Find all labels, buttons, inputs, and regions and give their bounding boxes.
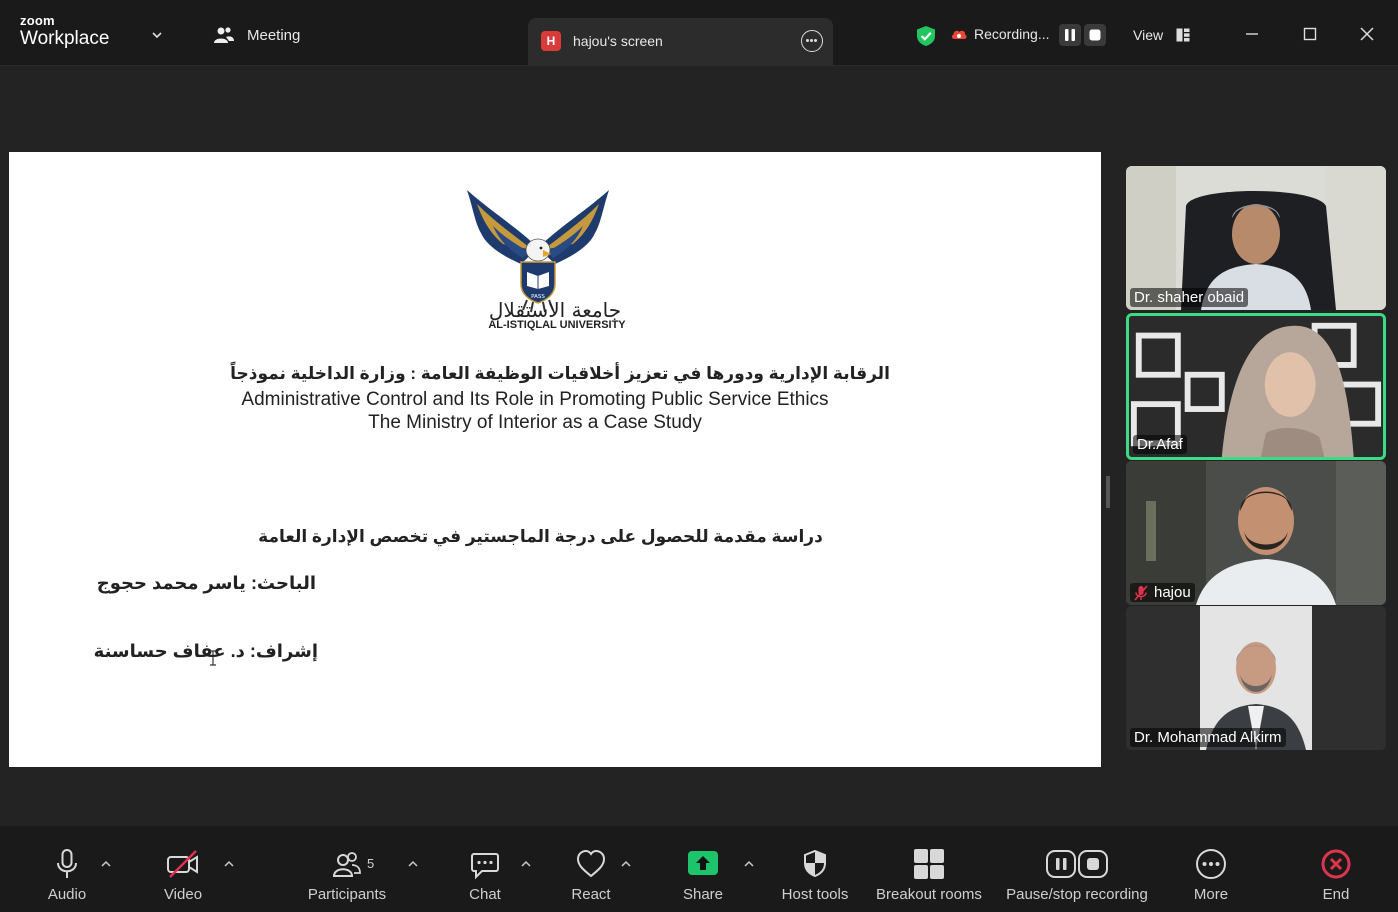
thesis-title-english-line2: The Ministry of Interior as a Case Study	[368, 412, 702, 433]
more-button[interactable]: More	[1188, 848, 1234, 903]
host-tools-button[interactable]: Host tools	[778, 848, 852, 903]
university-name-english: AL-ISTIQLAL UNIVERSITY	[488, 319, 626, 331]
end-label: End	[1322, 886, 1350, 903]
breakout-rooms-button[interactable]: Breakout rooms	[872, 848, 986, 903]
thesis-title-english-line1: Administrative Control and Its Role in P…	[241, 389, 829, 410]
shared-slide: PASS جامعة الاستقلال AL-ISTIQLAL UNIVERS…	[9, 152, 1101, 767]
react-label: React	[571, 886, 611, 903]
end-icon	[1321, 849, 1351, 879]
share-label: Share	[682, 886, 724, 903]
brand-small-text: zoom	[20, 13, 55, 28]
participant-name: Dr. shaher obaid	[1134, 289, 1245, 306]
host-tools-label: Host tools	[781, 886, 849, 903]
tab-meeting-label: Meeting	[247, 26, 301, 44]
stop-icon	[1089, 29, 1101, 41]
video-button[interactable]: Video	[158, 848, 208, 903]
security-shield-icon[interactable]	[916, 25, 936, 47]
participants-label: Participants	[307, 886, 387, 903]
participant-avatar-badge: H	[541, 31, 561, 51]
text-cursor-icon	[210, 650, 216, 666]
video-tile-mohammad[interactable]: Dr. Mohammad Alkirm	[1126, 606, 1386, 750]
participant-name-label: hajou	[1130, 583, 1195, 602]
video-tile-shaher[interactable]: Dr. shaher obaid	[1126, 166, 1386, 310]
video-tile-afaf[interactable]: Dr.Afaf	[1126, 313, 1386, 460]
breakout-rooms-label: Breakout rooms	[876, 886, 982, 903]
chevron-up-icon[interactable]	[224, 860, 234, 868]
pause-stop-recording-label: Pause/stop recording	[1006, 886, 1148, 903]
tab-meeting[interactable]: Meeting	[213, 26, 300, 44]
react-button[interactable]: React	[567, 848, 615, 903]
chevron-up-icon[interactable]	[621, 860, 631, 868]
thesis-title-arabic: الرقابة الإدارية ودورها في تعزيز أخلاقيا…	[230, 364, 890, 383]
end-meeting-button[interactable]: End	[1316, 848, 1356, 903]
chat-label: Chat	[469, 886, 501, 903]
more-options-icon[interactable]	[801, 30, 823, 52]
meeting-toolbar: Audio Video Participants 5 Chat React Sh…	[0, 826, 1398, 912]
view-button[interactable]: View	[1133, 27, 1163, 43]
participant-name-label: Dr. shaher obaid	[1130, 288, 1249, 307]
researcher-name: الباحث: ياسر محمد حجوج	[96, 573, 316, 593]
chevron-down-icon[interactable]	[152, 30, 162, 40]
chevron-up-icon[interactable]	[521, 860, 531, 868]
audio-label: Audio	[47, 886, 87, 903]
participant-name: Dr. Mohammad Alkirm	[1134, 729, 1282, 746]
muted-microphone-icon	[1134, 584, 1148, 601]
recording-label: Recording...	[974, 26, 1050, 42]
panel-resize-handle[interactable]	[1106, 476, 1110, 508]
tab-shared-screen-label: hajou's screen	[573, 33, 663, 49]
stop-recording-button[interactable]	[1084, 24, 1106, 46]
share-button[interactable]: Share	[680, 848, 726, 903]
participant-name: Dr.Afaf	[1137, 436, 1183, 453]
tab-shared-screen[interactable]: H hajou's screen	[528, 18, 833, 66]
participant-name: hajou	[1154, 584, 1191, 601]
supervisor-name: إشراف: د. عفاف حساسنة	[93, 641, 318, 661]
zoom-workplace-logo: zoom Workplace	[20, 14, 109, 48]
study-description: دراسة مقدمة للحصول على درجة الماجستير في…	[258, 527, 823, 546]
close-icon[interactable]	[1355, 22, 1379, 46]
chevron-up-icon[interactable]	[408, 860, 418, 868]
breakout-rooms-icon	[914, 849, 944, 879]
chevron-up-icon[interactable]	[744, 860, 754, 868]
people-icon	[214, 27, 234, 43]
cloud-recording-icon	[951, 30, 967, 39]
shield-icon	[804, 849, 826, 878]
participants-icon	[332, 852, 361, 877]
participants-count: 5	[367, 856, 375, 871]
chevron-up-icon[interactable]	[101, 860, 111, 868]
maximize-icon[interactable]	[1298, 22, 1322, 46]
chat-button[interactable]: Chat	[464, 848, 506, 903]
title-bar: zoom Workplace Meeting H hajou's screen …	[0, 0, 1398, 66]
chat-icon	[471, 853, 499, 880]
view-layout-icon[interactable]	[1176, 28, 1190, 42]
minimize-icon[interactable]	[1240, 22, 1264, 46]
pause-stop-recording-button[interactable]: Pause/stop recording	[1001, 848, 1153, 903]
pause-recording-button[interactable]	[1059, 24, 1081, 46]
pause-icon	[1065, 29, 1075, 41]
more-icon	[1196, 849, 1226, 879]
heart-icon	[576, 849, 606, 878]
microphone-icon	[57, 849, 77, 878]
more-label: More	[1193, 886, 1229, 903]
participant-name-label: Dr. Mohammad Alkirm	[1130, 728, 1286, 747]
brand-large-text: Workplace	[20, 28, 110, 49]
video-label: Video	[163, 886, 203, 903]
video-off-icon	[167, 850, 198, 878]
participant-name-label: Dr.Afaf	[1133, 435, 1187, 454]
share-screen-icon	[688, 851, 718, 875]
recording-indicator: Recording...	[950, 26, 1049, 42]
video-tile-hajou[interactable]: hajou	[1126, 461, 1386, 605]
participants-button[interactable]: Participants	[304, 848, 390, 903]
audio-button[interactable]: Audio	[40, 848, 94, 903]
recording-controls-icon	[1046, 850, 1108, 878]
